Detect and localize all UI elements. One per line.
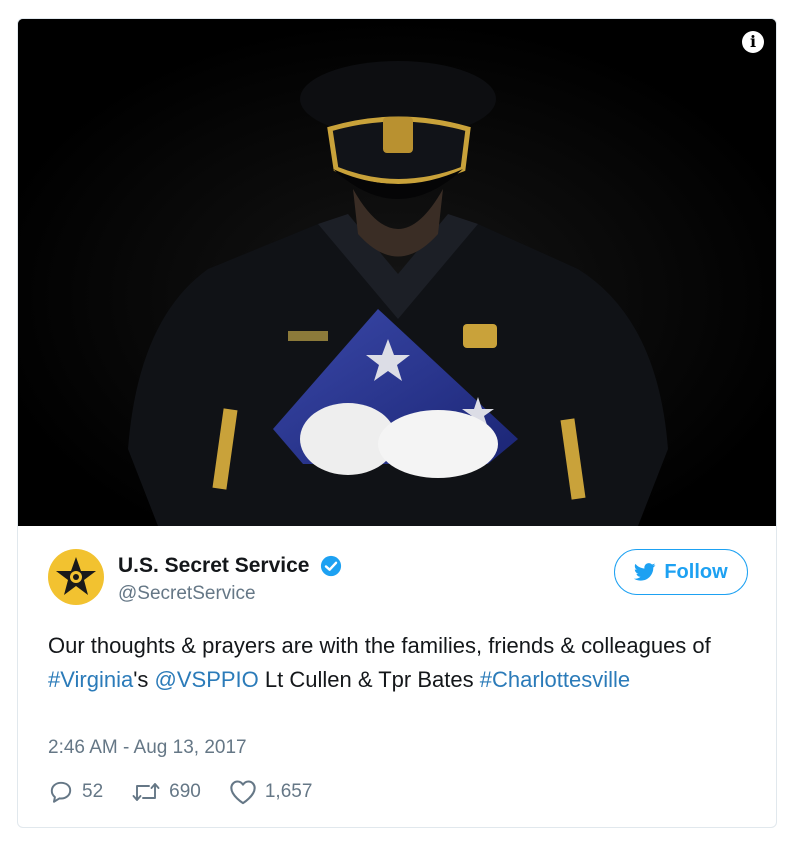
mention-vsppio[interactable]: @VSPPIO bbox=[155, 667, 259, 692]
text-segment: 's bbox=[133, 667, 155, 692]
reply-icon bbox=[50, 781, 72, 803]
officer-with-flag-image bbox=[18, 19, 776, 526]
text-segment: Our thoughts & prayers are with the fami… bbox=[48, 633, 711, 658]
retweet-button[interactable]: 690 bbox=[131, 780, 201, 804]
tweet-photo[interactable]: i bbox=[18, 19, 776, 526]
handle[interactable]: @SecretService bbox=[118, 583, 342, 605]
action-bar: 52 690 1,657 bbox=[48, 779, 340, 805]
tweet-card: i U.S. Secret Service @SecretService Fol… bbox=[17, 18, 777, 828]
heart-icon bbox=[230, 780, 256, 805]
like-button[interactable]: 1,657 bbox=[229, 779, 313, 805]
display-name[interactable]: U.S. Secret Service bbox=[118, 554, 309, 578]
like-count: 1,657 bbox=[264, 781, 313, 802]
secret-service-star-icon bbox=[48, 549, 104, 605]
author-names: U.S. Secret Service @SecretService bbox=[118, 554, 342, 605]
avatar[interactable] bbox=[48, 549, 104, 605]
hashtag-virginia[interactable]: #Virginia bbox=[48, 667, 133, 692]
reply-count: 52 bbox=[82, 781, 104, 802]
verified-badge-icon bbox=[320, 555, 341, 577]
tweet-text: Our thoughts & prayers are with the fami… bbox=[48, 629, 748, 697]
info-icon[interactable]: i bbox=[742, 31, 764, 53]
follow-button[interactable]: Follow bbox=[614, 549, 748, 595]
hashtag-charlottesville[interactable]: #Charlottesville bbox=[480, 667, 630, 692]
tweet-header: U.S. Secret Service @SecretService Follo… bbox=[48, 549, 748, 609]
reply-button[interactable]: 52 bbox=[48, 779, 103, 805]
twitter-bird-icon bbox=[634, 563, 656, 581]
retweet-icon bbox=[132, 783, 160, 801]
timestamp[interactable]: 2:46 AM - Aug 13, 2017 bbox=[48, 737, 247, 759]
text-segment: Lt Cullen & Tpr Bates bbox=[258, 667, 480, 692]
retweet-count: 690 bbox=[169, 781, 201, 802]
follow-label: Follow bbox=[664, 560, 728, 583]
